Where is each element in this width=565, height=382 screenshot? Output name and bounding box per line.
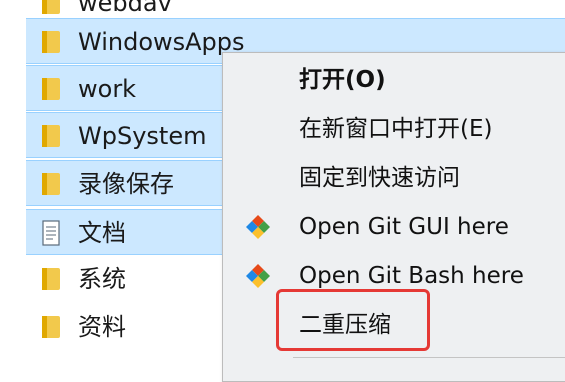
document-icon <box>40 220 62 246</box>
folder-icon <box>40 29 62 55</box>
folder-icon <box>40 314 62 340</box>
menu-item-label: 固定到快速访问 <box>299 165 460 191</box>
file-name: 录像保存 <box>78 170 174 198</box>
file-name: WindowsApps <box>78 28 245 56</box>
menu-item-label: 在新窗口中打开(E) <box>299 116 493 142</box>
folder-icon <box>40 266 62 292</box>
folder-icon <box>40 171 62 197</box>
git-icon <box>245 214 271 240</box>
menu-item-open[interactable]: 打开(O) <box>223 56 565 104</box>
menu-item-pin-quick-access[interactable]: 固定到快速访问 <box>223 154 565 202</box>
menu-item-label: 打开(O) <box>299 67 386 93</box>
file-name: work <box>78 75 137 103</box>
folder-icon <box>40 0 62 16</box>
menu-item-label: Open Git GUI here <box>299 214 509 240</box>
folder-icon <box>40 123 62 149</box>
menu-item-git-gui[interactable]: Open Git GUI here <box>223 203 565 251</box>
menu-separator <box>293 357 565 358</box>
file-name: 资料 <box>78 313 126 341</box>
file-name: WpSystem <box>78 122 207 150</box>
highlight-annotation <box>276 289 430 351</box>
menu-item-open-new-window[interactable]: 在新窗口中打开(E) <box>223 105 565 153</box>
file-name: 文档 <box>78 219 126 247</box>
file-name: 系统 <box>78 265 126 293</box>
git-icon <box>245 263 271 289</box>
folder-icon <box>40 76 62 102</box>
